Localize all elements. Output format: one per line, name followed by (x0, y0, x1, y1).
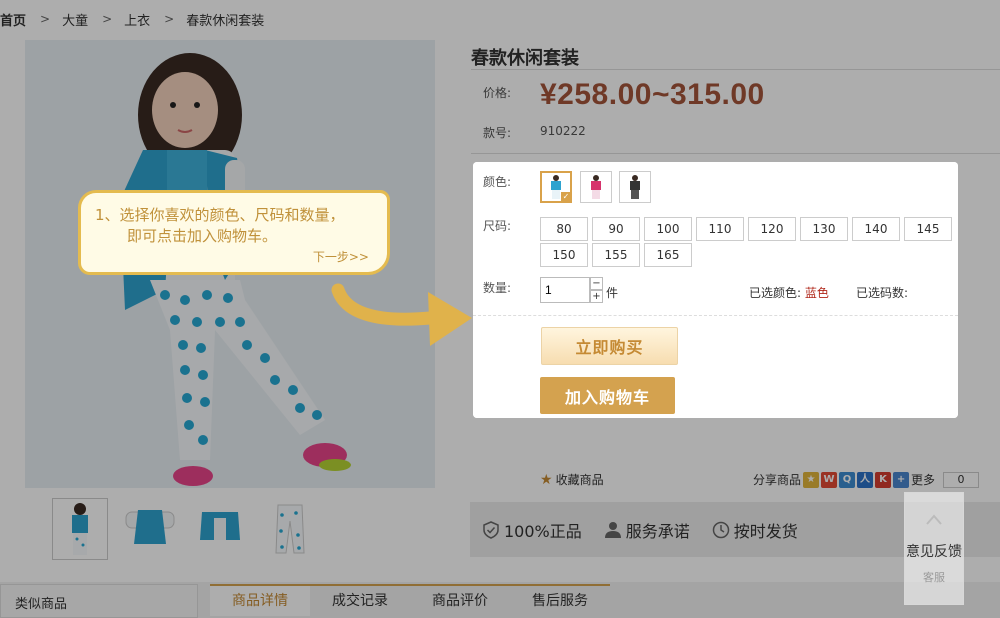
thumbnail-1[interactable] (52, 498, 108, 560)
guide-tooltip: 1、选择你喜欢的颜色、尺码和数量， 即可点击加入购物车。 下一步>> (78, 190, 390, 275)
product-title: 春款休闲套装 (471, 48, 579, 69)
sku-label: 款号: (483, 126, 512, 140)
tab-after-sales[interactable]: 售后服务 (510, 586, 610, 616)
selected-check-icon: ✓ (561, 192, 571, 202)
selected-size-label: 已选码数: (856, 286, 909, 300)
price-label: 价格: (483, 86, 512, 100)
breadcrumb: 首页 > 大童 > 上衣 > 春款休闲套装 (0, 10, 265, 29)
tencent-share-icon[interactable]: Q (839, 471, 856, 488)
share-count: 0 (943, 471, 980, 488)
guarantee-service-label: 服务承诺 (625, 521, 690, 541)
share-label: 分享商品 (753, 473, 802, 487)
breadcrumb-separator: > (40, 12, 51, 26)
selected-color-info: 已选颜色: 蓝色 (749, 284, 829, 301)
guarantee-delivery-label: 按时发货 (733, 521, 798, 541)
guide-arrow-icon (331, 283, 472, 346)
favorite-label: 收藏商品 (555, 473, 604, 487)
customer-service-link[interactable]: 客服 (923, 569, 945, 585)
breadcrumb-separator: > (164, 12, 175, 26)
panel-dashed-divider (473, 315, 958, 316)
breadcrumb-separator: > (102, 12, 113, 26)
chevron-up-icon[interactable] (925, 511, 943, 529)
size-option-145[interactable]: 145 (904, 217, 952, 241)
feedback-label[interactable]: 意见反馈 (906, 541, 962, 561)
black-outfit-icon (630, 175, 640, 199)
color-swatch-pink[interactable] (580, 171, 612, 203)
tab-transaction-records[interactable]: 成交记录 (310, 586, 410, 616)
size-option-155[interactable]: 155 (592, 243, 640, 267)
color-label: 颜色: (483, 175, 512, 189)
feedback-widget[interactable]: 意见反馈 客服 (904, 492, 964, 605)
add-to-cart-button[interactable]: 加入购物车 (540, 377, 675, 414)
share-bar: 分享商品 ★ W Q 人 K + 更多 0 (753, 471, 980, 488)
breadcrumb-home[interactable]: 首页 (0, 10, 26, 29)
tab-product-details[interactable]: 商品详情 (210, 586, 310, 616)
breadcrumb-item-dalong[interactable]: 大童 (62, 10, 88, 29)
guarantee-authentic-label: 100%正品 (504, 521, 582, 541)
title-divider (471, 69, 1000, 70)
quantity-increase-button[interactable]: + (590, 290, 603, 303)
user-service-icon (604, 521, 621, 538)
thumbnail-3[interactable] (192, 498, 248, 560)
quantity-label: 数量: (483, 281, 512, 295)
thumb-pants-icon (275, 504, 305, 554)
breadcrumb-item-top[interactable]: 上衣 (124, 10, 150, 29)
price-value: ¥258.00~315.00 (540, 78, 765, 111)
favorite-link[interactable]: ★ 收藏商品 (540, 471, 604, 488)
guide-text-line1: 1、选择你喜欢的颜色、尺码和数量， (95, 206, 345, 224)
guide-text-line2: 即可点击加入购物车。 (127, 227, 278, 245)
more-share-icon[interactable]: + (893, 471, 910, 488)
thumb-girl-icon (72, 503, 88, 555)
thumbnail-strip (52, 498, 318, 560)
guarantee-delivery: 按时发货 (712, 518, 798, 542)
size-option-130[interactable]: 130 (800, 217, 848, 241)
size-option-100[interactable]: 100 (644, 217, 692, 241)
weibo-share-icon[interactable]: W (821, 471, 838, 488)
kaixin-share-icon[interactable]: K (875, 471, 892, 488)
thumb-vest-icon (200, 512, 240, 540)
detail-tabs: 商品详情 成交记录 商品评价 售后服务 (210, 584, 610, 616)
quantity-input[interactable] (540, 277, 590, 303)
share-more-label[interactable]: 更多 (911, 471, 935, 488)
clock-icon (712, 521, 730, 538)
quantity-decrease-button[interactable]: − (590, 277, 603, 290)
color-swatch-blue[interactable]: ✓ (540, 171, 572, 203)
similar-products-header: 类似商品 (0, 584, 198, 618)
size-option-110[interactable]: 110 (696, 217, 744, 241)
quantity-unit: 件 (606, 286, 619, 300)
breadcrumb-current: 春款休闲套装 (186, 13, 265, 29)
size-option-150[interactable]: 150 (540, 243, 588, 267)
info-divider (471, 153, 1000, 154)
guide-next-link[interactable]: 下一步>> (313, 248, 369, 265)
size-option-80[interactable]: 80 (540, 217, 588, 241)
selected-color-value: 蓝色 (804, 286, 829, 300)
qzone-share-icon[interactable]: ★ (803, 471, 820, 488)
size-option-120[interactable]: 120 (748, 217, 796, 241)
guarantee-authentic: 100%正品 (482, 518, 582, 542)
shield-check-icon (483, 520, 499, 539)
renren-share-icon[interactable]: 人 (857, 471, 874, 488)
buy-now-button[interactable]: 立即购买 (541, 327, 678, 365)
size-option-165[interactable]: 165 (644, 243, 692, 267)
size-option-140[interactable]: 140 (852, 217, 900, 241)
guarantee-service: 服务承诺 (604, 518, 690, 542)
thumbnail-4[interactable] (262, 498, 318, 560)
thumbnail-2[interactable] (122, 498, 178, 560)
selected-color-label: 已选颜色: (749, 286, 802, 300)
sku-value: 910222 (540, 124, 586, 138)
tab-product-reviews[interactable]: 商品评价 (410, 586, 510, 616)
pink-outfit-icon (591, 175, 601, 199)
thumb-vest-shirt-icon (125, 510, 175, 544)
star-icon: ★ (540, 471, 553, 488)
color-swatch-black[interactable] (619, 171, 651, 203)
size-label: 尺码: (483, 219, 512, 233)
size-option-90[interactable]: 90 (592, 217, 640, 241)
